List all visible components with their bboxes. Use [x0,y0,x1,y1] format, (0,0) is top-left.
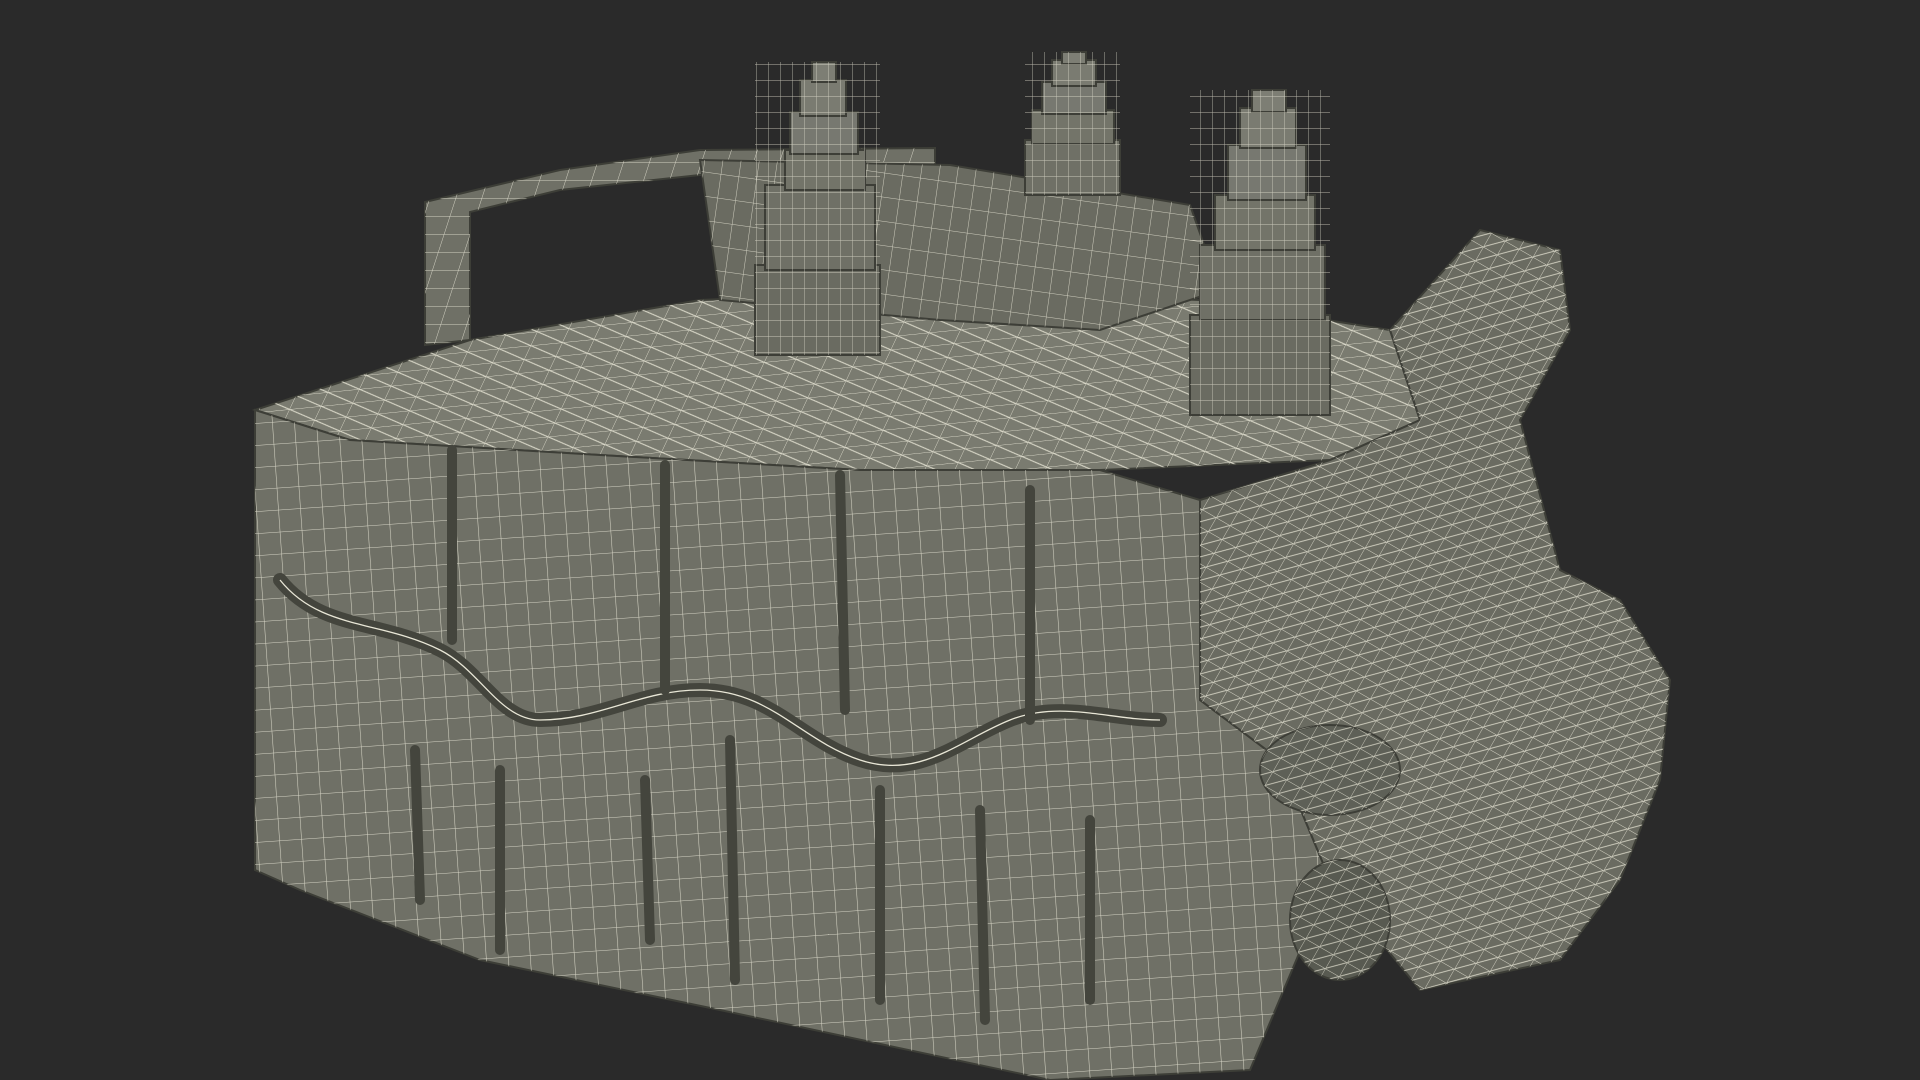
tower-middle [1024,51,1121,196]
front-face [254,408,1332,1080]
tower-right [1189,89,1331,416]
render-viewport [0,0,1920,1080]
wireframe-model [251,51,1672,1080]
tower-left [754,61,881,356]
